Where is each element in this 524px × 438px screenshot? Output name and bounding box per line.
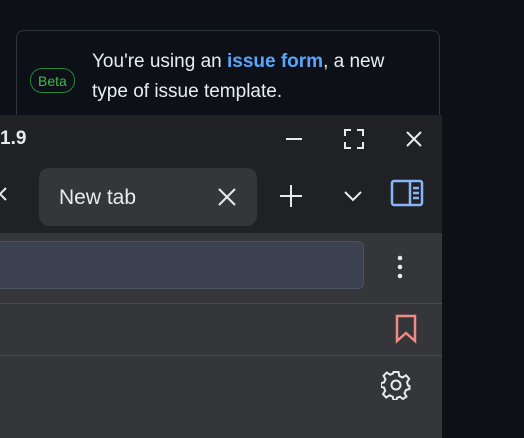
issue-form-link[interactable]: issue form — [227, 51, 323, 72]
bookmarks-bar — [0, 303, 442, 355]
tab-new-tab[interactable]: New tab — [39, 168, 257, 226]
side-panel-icon[interactable] — [390, 178, 424, 208]
tab-strip: New tab — [0, 163, 442, 233]
gear-icon[interactable] — [381, 370, 411, 400]
toolbar — [0, 233, 442, 303]
bookmark-icon[interactable] — [394, 314, 418, 344]
address-bar[interactable] — [0, 241, 364, 289]
tab-label: New tab — [59, 186, 137, 209]
title-bar: 1.9 — [0, 115, 442, 163]
beta-badge: Beta — [30, 68, 75, 93]
fullscreen-icon — [344, 129, 364, 149]
notice-text-before: You're using an — [92, 51, 227, 72]
notice-text: You're using an issue form, a new type o… — [92, 47, 412, 107]
version-text: 1.9 — [0, 128, 27, 149]
minimize-button[interactable] — [280, 125, 308, 153]
menu-kebab-icon[interactable] — [392, 253, 408, 281]
page-content — [0, 355, 442, 438]
fullscreen-button[interactable] — [340, 125, 368, 153]
close-icon — [406, 131, 422, 147]
previous-tab-close-icon[interactable] — [0, 183, 14, 207]
browser-window: 1.9 New tab — [0, 115, 442, 438]
close-window-button[interactable] — [400, 125, 428, 153]
new-tab-plus-icon[interactable] — [278, 183, 304, 209]
tab-close-icon[interactable] — [215, 185, 239, 209]
chevron-down-icon[interactable] — [342, 187, 364, 205]
minimize-icon — [286, 138, 302, 140]
